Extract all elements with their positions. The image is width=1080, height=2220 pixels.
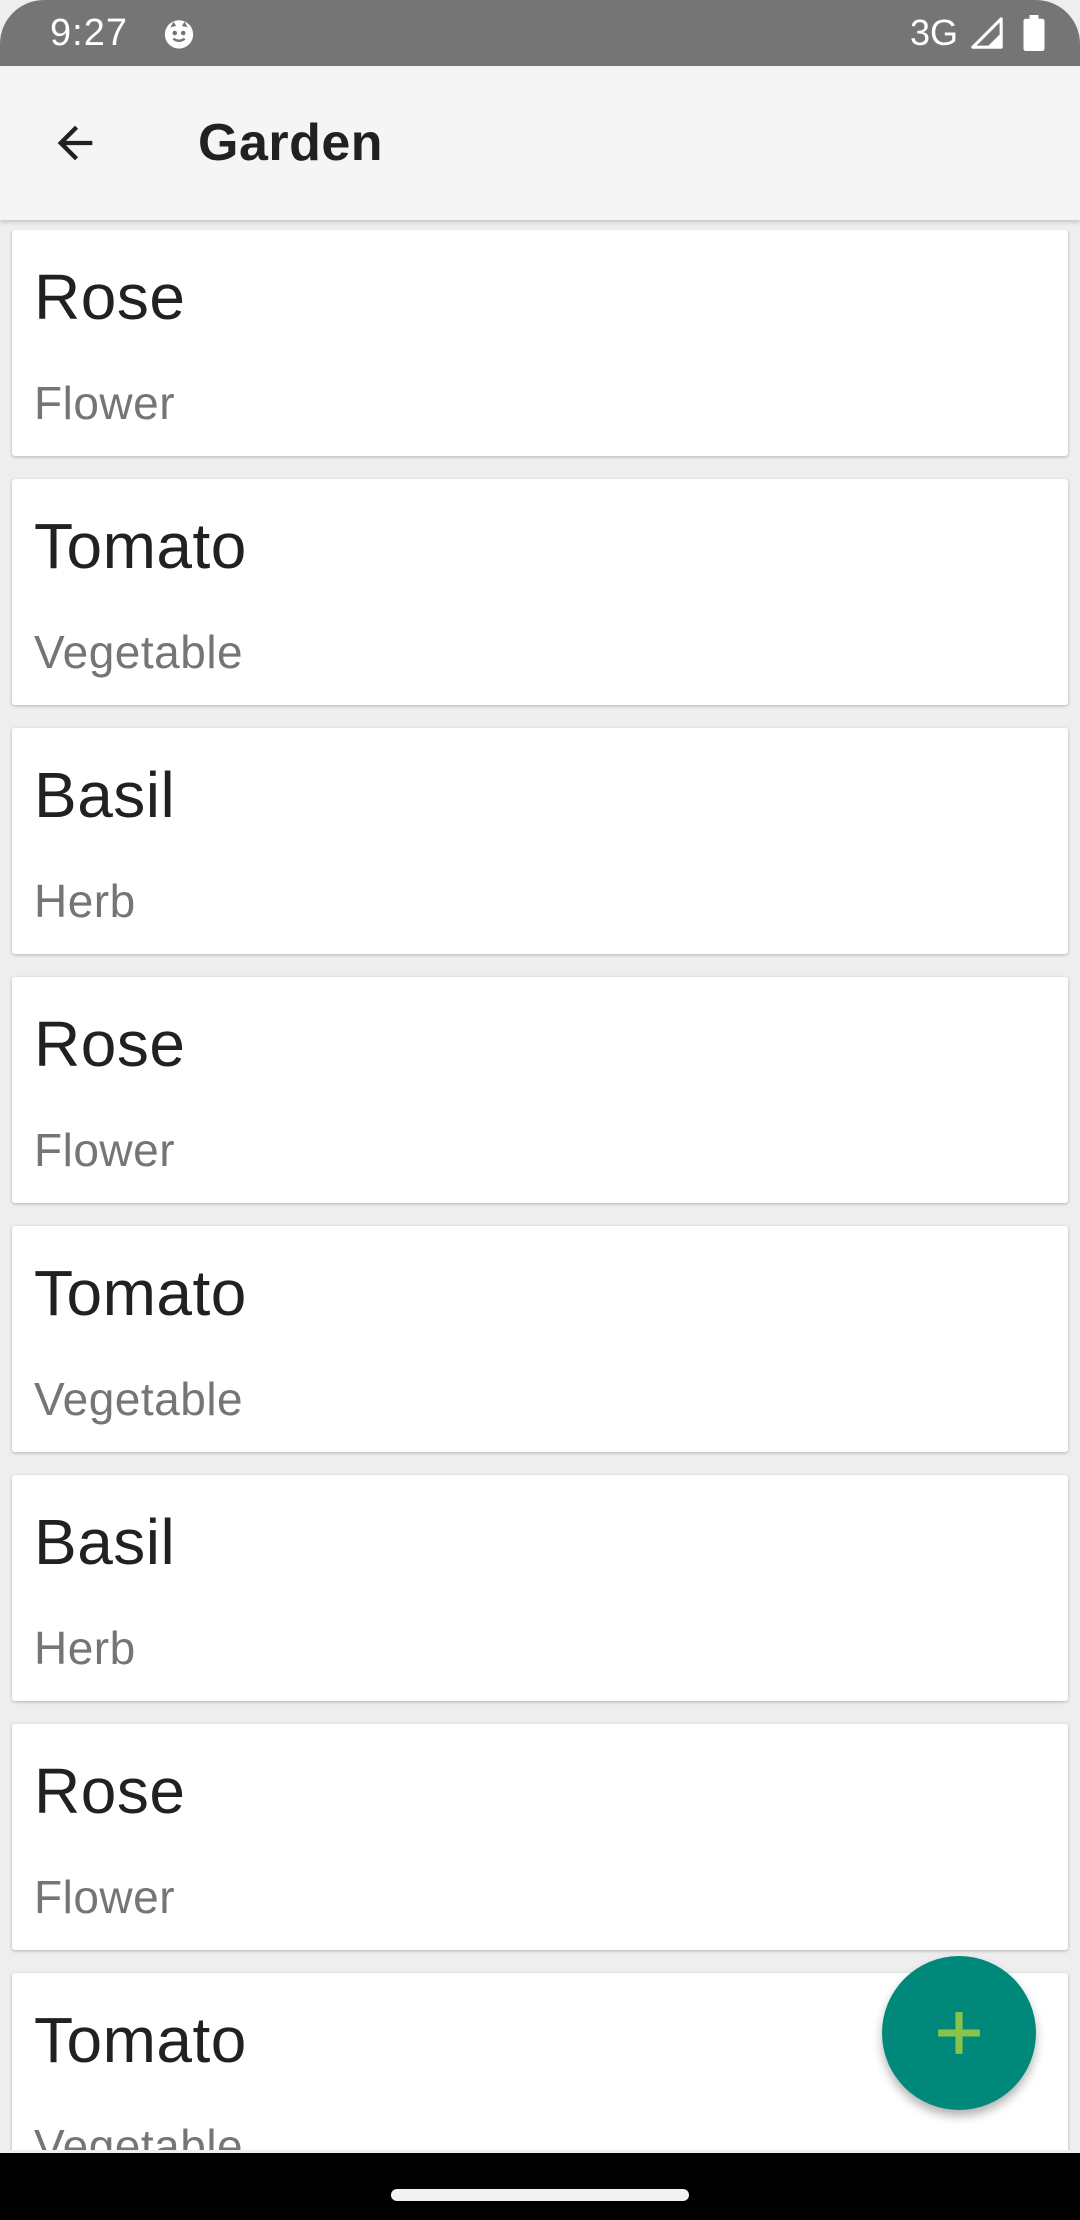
list-item[interactable]: Rose Flower	[12, 230, 1068, 456]
plant-type: Vegetable	[34, 626, 244, 678]
plus-icon	[938, 2012, 980, 2054]
network-type: 3G	[909, 12, 958, 53]
app-bar: Garden	[0, 66, 1080, 220]
list-item[interactable]: Basil Herb	[12, 728, 1068, 954]
plant-type: Vegetable	[34, 1373, 244, 1425]
list-item[interactable]: Tomato Vegetable	[12, 1226, 1068, 1452]
plant-name: Rose	[34, 261, 186, 333]
plant-type: Herb	[34, 875, 136, 927]
battery-icon	[1022, 15, 1046, 51]
plant-name: Rose	[34, 1008, 186, 1080]
status-time: 9:27	[50, 11, 128, 54]
list-item[interactable]: Basil Herb	[12, 1475, 1068, 1701]
plant-name: Rose	[34, 1755, 186, 1827]
home-handle[interactable]	[391, 2189, 689, 2201]
signal-icon	[970, 16, 1004, 50]
plant-type: Flower	[34, 377, 176, 429]
navigation-bar	[0, 2153, 1080, 2220]
plant-list[interactable]: Rose Flower Tomato Vegetable Basil Herb …	[0, 230, 1080, 2150]
plant-type: Vegetable	[34, 2120, 244, 2150]
back-button[interactable]	[0, 66, 150, 220]
plant-type: Herb	[34, 1622, 136, 1674]
plant-name: Basil	[34, 1506, 176, 1578]
plant-type: Flower	[34, 1124, 176, 1176]
plant-name: Basil	[34, 759, 176, 831]
plant-type: Flower	[34, 1871, 176, 1923]
screen: 9:27 3G Garden Rose Flower Tomato Vegeta…	[0, 0, 1080, 2220]
plant-name: Tomato	[34, 2004, 247, 2076]
arrow-back-icon	[57, 125, 93, 161]
list-item[interactable]: Rose Flower	[12, 977, 1068, 1203]
list-item[interactable]: Rose Flower	[12, 1724, 1068, 1950]
list-item[interactable]: Tomato Vegetable	[12, 479, 1068, 705]
cat-notification-icon	[162, 16, 196, 50]
plant-name: Tomato	[34, 510, 247, 582]
page-title: Garden	[198, 114, 384, 172]
status-right-group: 3G	[910, 12, 1046, 54]
status-bar: 9:27 3G	[0, 0, 1080, 66]
add-plant-button[interactable]	[882, 1956, 1036, 2110]
plant-name: Tomato	[34, 1257, 247, 1329]
